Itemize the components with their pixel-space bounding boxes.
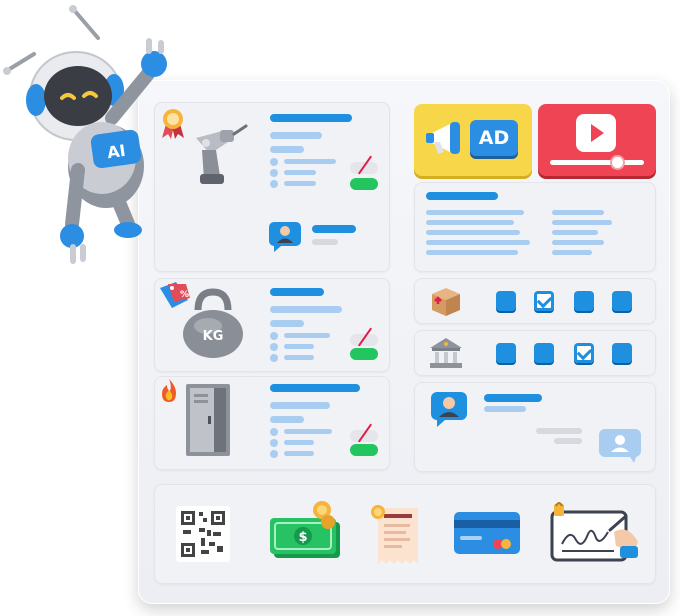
article-line	[426, 250, 518, 255]
product-card-drill[interactable]	[154, 102, 390, 272]
checkbox[interactable]	[574, 291, 594, 311]
checkbox[interactable]	[496, 291, 516, 311]
product-title-bar	[270, 288, 324, 296]
price-new-toggle[interactable]	[350, 178, 378, 190]
product-title-bar	[270, 114, 352, 122]
bank-icon	[430, 338, 462, 368]
list-bullet	[270, 332, 278, 340]
support-text-bar	[312, 239, 338, 245]
payment-methods-bar: $	[154, 484, 656, 584]
checkbox-row-package	[414, 278, 656, 324]
checkbox[interactable]	[612, 343, 632, 363]
cash-icon[interactable]: $	[268, 498, 348, 566]
ad-badge: AD	[470, 120, 518, 156]
advertisement-tile[interactable]: AD	[414, 104, 532, 176]
video-progress-handle[interactable]	[612, 157, 623, 168]
product-title-bar	[270, 384, 360, 392]
chat-text-bar	[484, 406, 526, 412]
product-subtitle-bar	[270, 402, 330, 409]
article-line	[552, 250, 592, 255]
product-text-bar	[270, 320, 304, 327]
package-icon	[432, 288, 460, 316]
article-line	[426, 220, 514, 225]
article-line	[552, 240, 604, 245]
chat-title-bar	[484, 394, 542, 402]
list-bullet	[270, 169, 278, 177]
product-card-locker[interactable]	[154, 376, 390, 470]
list-bullet	[270, 354, 278, 362]
price-new-toggle[interactable]	[350, 444, 378, 456]
credit-card-icon[interactable]	[452, 510, 522, 556]
qr-code-icon[interactable]	[176, 506, 230, 562]
list-line	[284, 170, 316, 175]
signature-tablet-icon[interactable]	[548, 502, 640, 566]
kettlebell-label: KG	[203, 329, 224, 344]
play-icon[interactable]	[576, 114, 616, 152]
megaphone-icon	[426, 122, 460, 154]
list-bullet	[270, 180, 278, 188]
list-line	[284, 451, 314, 456]
list-bullet	[270, 343, 278, 351]
article-title-bar	[426, 192, 498, 200]
product-subtitle-bar	[270, 132, 322, 139]
locker-icon	[186, 384, 230, 456]
article-card	[414, 182, 656, 272]
checkbox[interactable]	[612, 291, 632, 311]
product-text-bar	[270, 416, 304, 423]
list-line	[284, 344, 314, 349]
dashboard-board: % KG AD $	[138, 80, 670, 604]
list-line	[284, 181, 316, 186]
checkbox-row-bank	[414, 330, 656, 376]
support-agent-icon	[431, 392, 467, 427]
list-line	[284, 440, 314, 445]
article-line	[552, 230, 598, 235]
list-line	[284, 355, 314, 360]
article-line	[426, 210, 524, 215]
receipt-icon[interactable]	[370, 502, 422, 566]
price-new-toggle[interactable]	[350, 348, 378, 360]
svg-text:$: $	[298, 530, 307, 545]
article-line	[552, 210, 604, 215]
chat-card	[414, 382, 656, 472]
list-bullet	[270, 428, 278, 436]
support-title-bar	[312, 225, 356, 233]
article-line	[426, 240, 530, 245]
reply-text-bar	[554, 438, 582, 444]
list-line	[284, 429, 332, 434]
product-subtitle-bar	[270, 306, 342, 313]
kettlebell-icon: KG	[183, 288, 243, 358]
video-progress-track[interactable]	[550, 160, 644, 165]
checkbox[interactable]	[574, 343, 594, 363]
list-line	[284, 159, 336, 164]
list-line	[284, 333, 330, 338]
list-bullet	[270, 450, 278, 458]
reply-text-bar	[536, 428, 582, 434]
ai-robot-mascot: AI	[3, 5, 167, 264]
list-bullet	[270, 158, 278, 166]
article-line	[426, 230, 520, 235]
checkbox[interactable]	[534, 343, 554, 363]
article-line	[552, 220, 612, 225]
video-player-tile[interactable]	[538, 104, 656, 176]
robot-chest-label: AI	[106, 141, 127, 162]
list-bullet	[270, 439, 278, 447]
product-card-kettlebell[interactable]: % KG	[154, 278, 390, 372]
user-message-icon	[599, 429, 641, 463]
checkbox[interactable]	[534, 291, 554, 311]
checkbox[interactable]	[496, 343, 516, 363]
support-agent-icon	[269, 222, 301, 252]
fire-icon	[162, 379, 176, 402]
product-text-bar	[270, 146, 304, 153]
drill-icon	[196, 124, 248, 184]
